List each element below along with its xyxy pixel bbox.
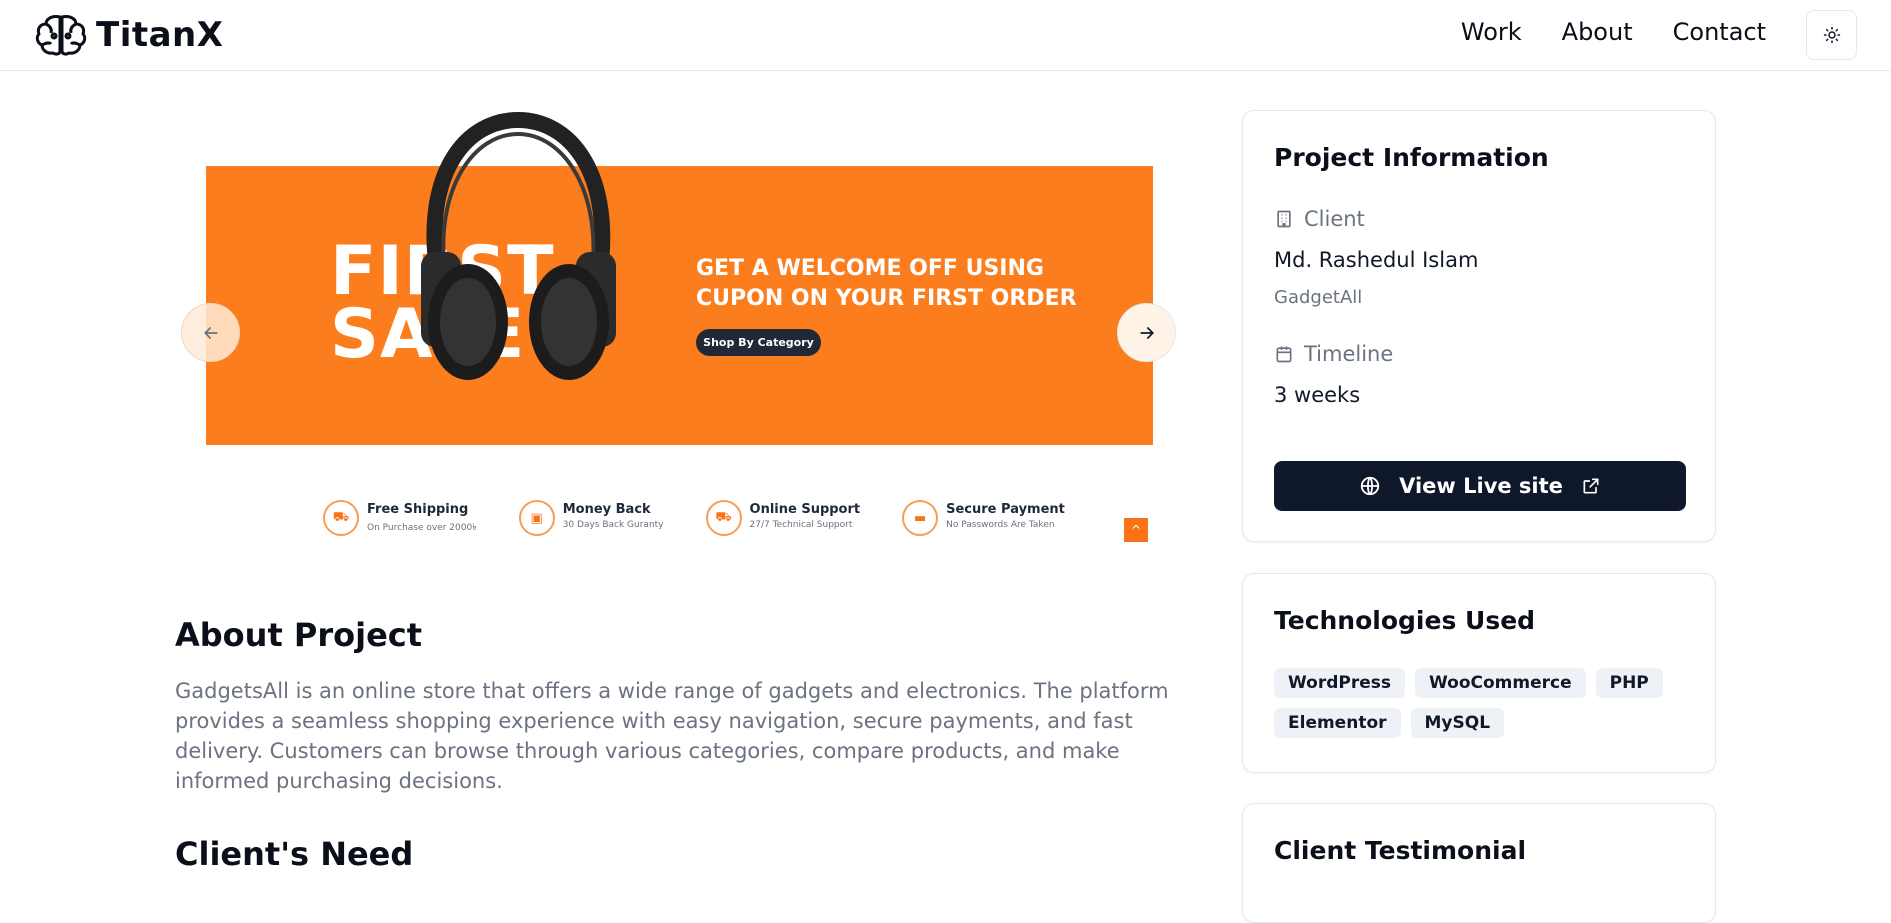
clients-need-heading: Client's Need [175, 835, 414, 873]
client-testimonial-card: Client Testimonial [1242, 803, 1716, 923]
tech-tag: WooCommerce [1415, 668, 1586, 698]
brain-icon [35, 15, 87, 56]
timeline-label: Timeline [1274, 342, 1393, 366]
feature-item: ▣ Money Back 30 Days Back Guranty [518, 500, 664, 536]
tech-tag-list: WordPress WooCommerce PHP Elementor MySQ… [1274, 668, 1694, 738]
tech-tag: MySQL [1410, 708, 1505, 738]
arrow-left-icon [203, 326, 218, 339]
nav-link-about[interactable]: About [1562, 18, 1633, 46]
theme-toggle-button[interactable] [1806, 10, 1857, 60]
banner-headline: GET A WELCOME OFF USING CUPON ON YOUR FI… [696, 256, 1077, 311]
client-company: GadgetAll [1274, 287, 1363, 308]
carousel-next-button[interactable] [1117, 303, 1176, 362]
arrow-right-icon [1139, 326, 1154, 339]
project-information-card: Project Information Client Md. Rashedul … [1242, 110, 1716, 542]
feature-strip: ⛟ Free Shipping On Purchase over 2000৳ ▣… [323, 500, 1107, 536]
feature-item: ⛟ Free Shipping On Purchase over 2000৳ [323, 500, 477, 536]
carousel-prev-button[interactable] [181, 303, 240, 362]
brand-name: TitanX [96, 15, 224, 55]
tech-tag: PHP [1595, 668, 1663, 698]
brand-logo[interactable]: TitanX [34, 13, 223, 57]
client-testimonial-title: Client Testimonial [1274, 836, 1527, 865]
banner-image: FIRSTSALE GET A WELCOME OFF USING CUPON … [206, 112, 1153, 546]
tech-tag: WordPress [1274, 668, 1405, 698]
card-icon: ▬ [902, 500, 939, 536]
shop-by-category-button[interactable]: Shop By Category [696, 329, 821, 356]
headphones-image [421, 112, 616, 380]
globe-icon [1360, 476, 1380, 496]
truck-icon: ⛟ [705, 500, 742, 536]
project-image-carousel: FIRSTSALE GET A WELCOME OFF USING CUPON … [181, 112, 1176, 546]
client-label: Client [1274, 207, 1365, 231]
truck-icon: ⛟ [323, 500, 359, 536]
chevron-up-icon: ^ [1124, 518, 1148, 542]
main-nav: Work About Contact [1461, 18, 1766, 46]
nav-link-contact[interactable]: Contact [1673, 18, 1766, 46]
project-information-title: Project Information [1274, 143, 1549, 172]
about-project-text: GadgetsAll is an online store that offer… [175, 679, 1169, 793]
feature-item: ▬ Secure Payment No Passwords Are Taken [902, 500, 1065, 536]
technologies-used-title: Technologies Used [1274, 606, 1536, 635]
tech-tag: Elementor [1274, 708, 1401, 738]
money-icon: ▣ [518, 500, 555, 536]
feature-item: ⛟ Online Support 27/7 Technical Support [705, 500, 860, 536]
about-project-heading: About Project [175, 616, 423, 654]
calendar-icon [1276, 346, 1292, 363]
building-icon [1277, 210, 1291, 228]
view-live-site-button[interactable]: View Live site [1274, 461, 1686, 511]
timeline-value: 3 weeks [1274, 383, 1361, 407]
client-name: Md. Rashedul Islam [1274, 248, 1479, 272]
technologies-used-card: Technologies Used WordPress WooCommerce … [1242, 573, 1716, 773]
top-navbar: TitanX Work About Contact [0, 0, 1891, 71]
external-link-icon [1583, 478, 1599, 494]
nav-link-work[interactable]: Work [1461, 18, 1522, 46]
sun-icon [1823, 26, 1840, 44]
